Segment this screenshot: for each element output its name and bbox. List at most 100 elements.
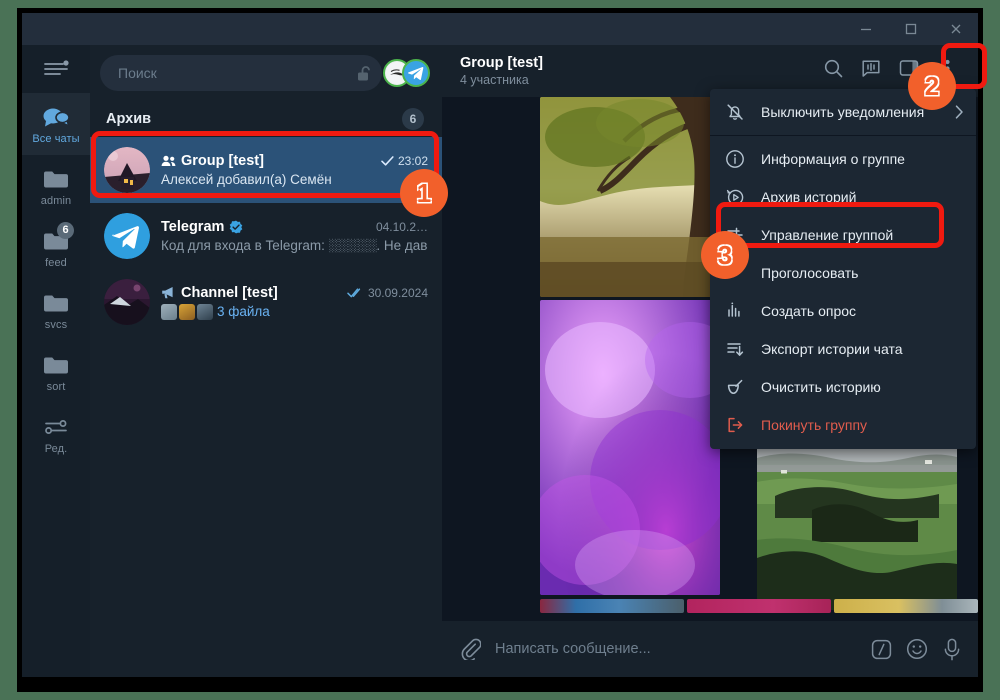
message-composer: Написать сообщение... <box>442 621 978 677</box>
sidebar-item-admin[interactable]: admin <box>22 155 90 217</box>
chat-item-time-text: 04.10.2… <box>375 220 428 234</box>
menu-separator <box>710 135 976 136</box>
menu-item-group-management[interactable]: Управление группой <box>710 216 976 254</box>
info-circle-icon <box>724 149 746 169</box>
chat-item-preview: Код для входа в Telegram: ░░░░░. Не дава… <box>161 238 428 253</box>
photo-message-autumn-tree[interactable] <box>540 97 720 297</box>
menu-item-leave-group[interactable]: Покинуть группу <box>710 406 976 444</box>
chat-item-top: Channel [test] 30.09.2024 <box>161 285 428 301</box>
sidebar-item-label: sort <box>46 380 66 393</box>
chat-item-time: 04.10.2… <box>370 220 428 234</box>
microphone-icon[interactable] <box>942 638 962 661</box>
sidebar-item-svcs[interactable]: svcs <box>22 279 90 341</box>
folder-icon <box>42 290 70 316</box>
megaphone-icon <box>161 286 176 299</box>
unlocked-padlock-icon[interactable] <box>357 65 372 82</box>
title-bar <box>22 13 978 45</box>
folder-icon: 6 <box>42 221 74 254</box>
menu-item-clear-history[interactable]: Очистить историю <box>710 368 976 406</box>
sidebar-item-label: feed <box>45 256 67 269</box>
chat-item-preview: Алексей добавил(а) Семён <box>161 172 332 187</box>
maximize-button[interactable] <box>888 13 933 45</box>
page-title: Group [test] <box>460 55 543 71</box>
menu-item-create-poll[interactable]: Создать опрос <box>710 292 976 330</box>
menu-item-stories-archive[interactable]: Архив историй <box>710 178 976 216</box>
folder-icon <box>42 166 70 192</box>
annotation-number-1: 1 <box>400 169 448 217</box>
chevron-right-icon <box>955 105 964 119</box>
paperclip-icon[interactable] <box>460 638 481 660</box>
archive-header[interactable]: Архив 6 <box>90 101 442 137</box>
archive-count-badge: 6 <box>402 108 424 130</box>
folders-sidebar: Все чаты admin 6 feed svcs sort Ред. <box>22 45 90 677</box>
broom-icon <box>724 377 746 397</box>
menu-item-label: Архив историй <box>761 189 857 205</box>
main-menu-button[interactable] <box>22 49 90 93</box>
sliders-edit-icon <box>43 414 69 440</box>
folder-unread-badge: 6 <box>57 221 74 239</box>
menu-item-export-chat-history[interactable]: Экспорт истории чата <box>710 330 976 368</box>
chat-item-time-text: 30.09.2024 <box>367 285 428 300</box>
menu-item-label: Выключить уведомления <box>761 104 925 120</box>
photo-thumb-pink[interactable] <box>687 599 831 613</box>
members-count: 4 участника <box>460 73 529 87</box>
photo-thumb-blue[interactable] <box>540 599 684 613</box>
hamburger-menu-icon <box>43 59 69 83</box>
screen: Все чаты admin 6 feed svcs sort Ред. Пои… <box>0 0 1000 700</box>
sidebar-item-sort[interactable]: sort <box>22 341 90 403</box>
chat-item-content: Telegram 04.10.2… Код для входа в Telegr… <box>161 219 428 253</box>
telegram-logo-avatar[interactable] <box>402 59 430 87</box>
sidebar-item-label: admin <box>40 194 72 207</box>
slash-command-icon[interactable] <box>871 639 892 660</box>
menu-item-label: Управление группой <box>761 227 894 243</box>
story-stats-icon <box>861 59 881 84</box>
search-row: Поиск <box>90 45 442 101</box>
sidebar-item-feed[interactable]: 6 feed <box>22 217 90 279</box>
conversation-panel: Group [test] 4 участника Написать сообще… <box>442 45 978 677</box>
minimize-button[interactable] <box>843 13 888 45</box>
smiley-icon[interactable] <box>906 638 928 660</box>
chat-item-name: Telegram <box>161 219 225 235</box>
maximize-icon <box>904 22 918 36</box>
menu-item-vote[interactable]: Проголосовать <box>710 254 976 292</box>
chat-context-menu: Выключить уведомления Информация о групп… <box>710 89 976 449</box>
close-button[interactable] <box>933 13 978 45</box>
search-input[interactable]: Поиск <box>100 55 382 91</box>
photo-thumb-gold[interactable] <box>834 599 978 613</box>
sidebar-item-edit[interactable]: Ред. <box>22 403 90 465</box>
telegram-window: Все чаты admin 6 feed svcs sort Ред. Пои… <box>22 13 978 677</box>
menu-item-label: Создать опрос <box>761 303 857 319</box>
sidebar-item-vse-chaty[interactable]: Все чаты <box>22 93 90 155</box>
message-input[interactable]: Написать сообщение... <box>495 641 857 657</box>
chat-item-top: Telegram 04.10.2… <box>161 219 428 235</box>
chat-list-item-telegram[interactable]: Telegram 04.10.2… Код для входа в Telegr… <box>90 203 442 269</box>
chat-item-time: 30.09.2024 <box>341 286 428 300</box>
attachment-thumbnails <box>161 303 213 320</box>
folder-icon <box>42 352 70 378</box>
menu-item-label: Информация о группе <box>761 151 905 167</box>
account-avatars[interactable] <box>383 59 430 87</box>
muted-bell-icon <box>724 102 746 122</box>
file-count-label: 3 файла <box>217 304 270 319</box>
chat-list-panel: Поиск Архив 6 Group [test] 23:02 Алексей… <box>90 45 442 677</box>
chat-item-content: Channel [test] 30.09.2024 3 файла <box>161 285 428 320</box>
chat-item-preview: 3 файла <box>161 303 428 320</box>
archive-label: Архив <box>106 111 152 127</box>
chat-item-name: Channel [test] <box>181 284 278 301</box>
search-button[interactable] <box>816 54 850 88</box>
double-check-icon <box>347 287 364 298</box>
single-check-icon <box>381 156 394 166</box>
conversation-title-block[interactable]: Group [test] 4 участника <box>460 55 543 87</box>
window-body: Все чаты admin 6 feed svcs sort Ред. Пои… <box>22 45 978 677</box>
photo-message-purple-abstract[interactable] <box>540 300 720 595</box>
close-icon <box>949 22 963 36</box>
menu-item-label: Очистить историю <box>761 379 881 395</box>
sidebar-item-label: Все чаты <box>32 132 80 145</box>
minimize-icon <box>859 22 873 36</box>
menu-item-group-info[interactable]: Информация о группе <box>710 140 976 178</box>
stories-button[interactable] <box>854 54 888 88</box>
chat-item-name: Group [test] <box>181 153 264 169</box>
chat-list-item-channel-test[interactable]: Channel [test] 30.09.2024 3 файла <box>90 269 442 335</box>
chat-list-item-group-test[interactable]: Group [test] 23:02 Алексей добавил(а) Се… <box>90 137 442 203</box>
chat-item-content: Group [test] 23:02 Алексей добавил(а) Се… <box>161 153 428 187</box>
